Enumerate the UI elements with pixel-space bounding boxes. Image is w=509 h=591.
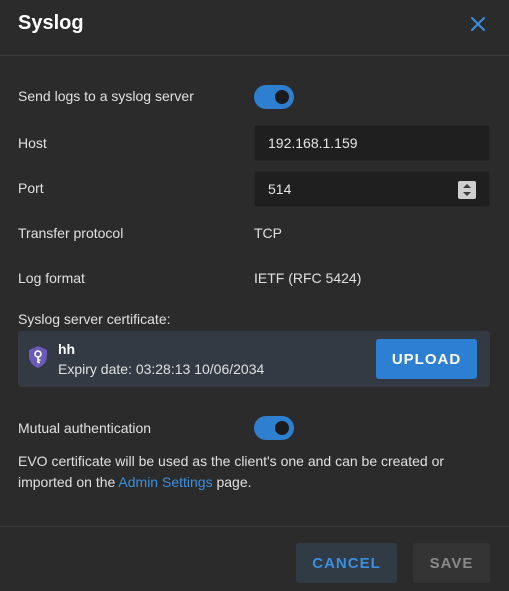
toggle-knob: [275, 90, 289, 104]
certificate-name: hh: [58, 341, 76, 357]
port-input[interactable]: [255, 172, 489, 206]
certificate-expiry: Expiry date: 03:28:13 10/06/2034: [58, 361, 265, 377]
note-text-after: page.: [212, 474, 252, 490]
dialog-title: Syslog: [18, 12, 84, 34]
toggle-knob: [275, 421, 289, 435]
dialog-header: Syslog: [0, 0, 509, 56]
close-icon: [471, 17, 485, 31]
save-button[interactable]: SAVE: [413, 543, 490, 583]
upload-button[interactable]: UPLOAD: [376, 339, 477, 379]
host-label: Host: [18, 135, 47, 151]
close-button[interactable]: [466, 12, 490, 36]
mutual-auth-label: Mutual authentication: [18, 420, 152, 436]
mutual-auth-toggle[interactable]: [254, 416, 294, 440]
protocol-value: TCP: [254, 225, 282, 241]
log-format-value: IETF (RFC 5424): [254, 270, 362, 286]
log-format-label: Log format: [18, 270, 85, 286]
certificate-label: Syslog server certificate:: [18, 311, 171, 327]
certificate-note: EVO certificate will be used as the clie…: [18, 451, 488, 493]
port-field: [254, 171, 490, 207]
send-logs-label: Send logs to a syslog server: [18, 88, 194, 104]
host-input[interactable]: [255, 126, 489, 160]
shield-key-icon: [29, 346, 47, 368]
admin-settings-link[interactable]: Admin Settings: [118, 474, 212, 490]
stepper-down-icon: [463, 192, 471, 196]
certificate-card: hh Expiry date: 03:28:13 10/06/2034 UPLO…: [18, 331, 490, 387]
port-stepper[interactable]: [458, 181, 476, 199]
port-label: Port: [18, 180, 44, 196]
send-logs-toggle[interactable]: [254, 85, 294, 109]
stepper-up-icon: [463, 184, 471, 188]
cancel-button[interactable]: CANCEL: [296, 543, 397, 583]
protocol-label: Transfer protocol: [18, 225, 124, 241]
host-field: [254, 125, 490, 161]
